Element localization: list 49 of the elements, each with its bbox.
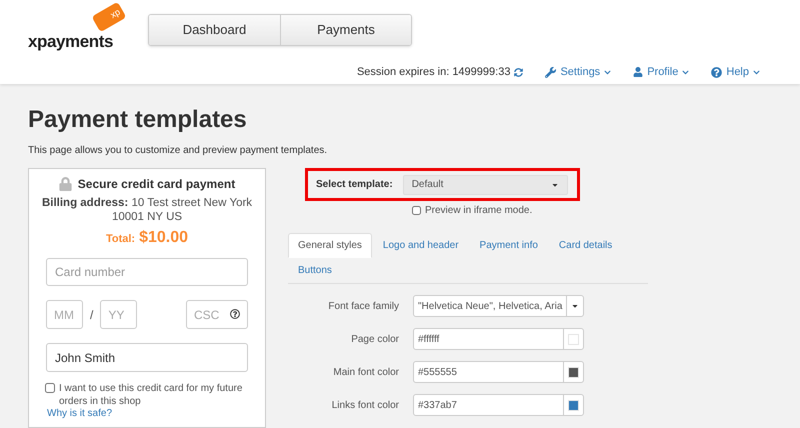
color-field[interactable]: #ffffff — [413, 328, 584, 350]
help-icon[interactable] — [230, 309, 240, 319]
field-label: Page color — [350, 332, 399, 346]
color-field[interactable]: #337ab7 — [413, 394, 584, 416]
user-icon — [633, 67, 644, 78]
chevron-icon — [604, 68, 612, 76]
caret-icon — [571, 302, 580, 310]
help-icon — [711, 66, 722, 78]
month-field[interactable]: MM — [46, 300, 83, 329]
page-description: This page allows you to customize and preview payment templates. — [28, 144, 328, 158]
menu-dropdown[interactable]: Help — [711, 64, 760, 80]
chevron-icon — [682, 68, 690, 76]
iframe-mode-label: Preview in iframe mode. — [425, 204, 532, 218]
why-safe-link[interactable]: Why is it safe? — [47, 408, 112, 420]
preview-title: Secure credit card payment — [78, 176, 236, 193]
color-field[interactable]: #555555 — [413, 361, 584, 383]
page-title: Payment templates — [28, 105, 248, 135]
menu-dropdown[interactable]: Profile — [633, 64, 690, 80]
total-amount: $10.00 — [139, 228, 188, 248]
field-label: Font face family — [327, 300, 399, 314]
select-template-label: Select template: — [316, 178, 393, 192]
template-dropdown[interactable]: Default — [402, 174, 568, 194]
total-label: Total: — [106, 232, 136, 247]
settings-tab[interactable]: Payment info — [470, 233, 548, 258]
nav-tab[interactable]: Dashboard — [149, 15, 280, 45]
card-number-field[interactable]: Card number — [46, 258, 248, 286]
lock-icon — [58, 177, 72, 191]
save-card-label: I want to use this credit card for my future orders in this shop — [59, 382, 244, 408]
iframe-mode-checkbox[interactable] — [412, 206, 421, 215]
nav-tab[interactable]: Payments — [280, 15, 411, 45]
billing-address: Billing address: 10 Test street New York 10001 NY US — [40, 196, 254, 224]
settings-tab[interactable]: General styles — [288, 233, 372, 258]
chevron-icon — [753, 68, 760, 76]
session-timer: Session expires in: 1499999:33 — [356, 65, 510, 80]
date-separator: / — [90, 306, 94, 324]
field-label: Main font color — [332, 366, 399, 380]
settings-tab[interactable]: Card details — [548, 233, 622, 258]
settings-tab[interactable]: Buttons — [288, 258, 342, 283]
cardholder-name-field[interactable]: John Smith — [46, 343, 248, 372]
field-label: Links font color — [330, 398, 399, 412]
csc-field[interactable]: CSC — [186, 300, 248, 329]
font-family-dropdown[interactable]: "Helvetica Neue", Helvetica, Aria — [413, 295, 584, 317]
refresh-icon[interactable] — [514, 68, 524, 77]
year-field[interactable]: YY — [100, 300, 138, 329]
wrench-icon — [545, 66, 556, 78]
settings-tab[interactable]: Logo and header — [372, 233, 469, 258]
menu-dropdown[interactable]: Settings — [545, 64, 612, 80]
logo-badge: xp — [92, 2, 126, 32]
save-card-checkbox[interactable] — [45, 383, 55, 393]
